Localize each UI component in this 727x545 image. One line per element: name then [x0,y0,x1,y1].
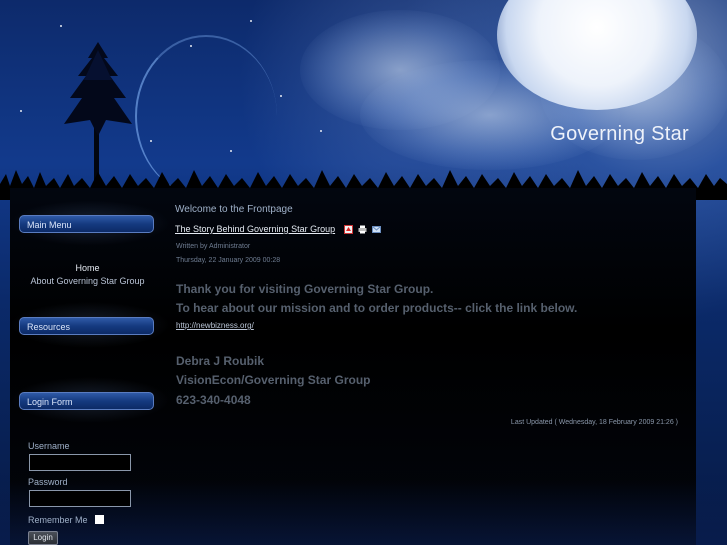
login-button[interactable]: Login [28,531,58,545]
article-text-line1: Thank you for visiting Governing Star Gr… [176,282,434,296]
signature-org: VisionEcon/Governing Star Group [176,373,371,387]
article-title-link[interactable]: The Story Behind Governing Star Group [175,224,335,234]
star [20,110,22,112]
remember-me-label: Remember Me [28,515,88,525]
article-author: Written by Administrator [176,243,251,250]
signature-name: Debra J Roubik [176,354,265,368]
star [250,20,252,22]
article-date: Thursday, 22 January 2009 00:28 [176,257,281,264]
username-label: Username [28,441,70,451]
star [60,25,62,27]
print-icon[interactable] [358,225,367,234]
star [230,150,232,152]
signature-phone: 623-340-4048 [176,393,251,407]
newbizness-link[interactable]: http://newbizness.org/ [176,321,254,330]
sidebar-item-home[interactable]: Home [10,263,165,273]
sidebar-item-about[interactable]: About Governing Star Group [10,276,165,286]
main-menu-title: Main Menu [19,215,154,233]
email-icon[interactable] [372,225,381,234]
last-updated: Last Updated ( Wednesday, 18 February 20… [510,419,678,426]
article-text-line2: To hear about our mission and to order p… [176,301,578,315]
star [150,140,152,142]
remember-me-checkbox[interactable] [95,515,104,524]
pdf-icon[interactable] [344,225,353,234]
star [320,130,322,132]
password-label: Password [28,477,68,487]
site-title: Governing Star [550,123,689,145]
star [280,95,282,97]
username-input[interactable] [29,454,131,471]
star [190,45,192,47]
resources-title: Resources [19,317,154,335]
login-form-title: Login Form [19,392,154,410]
page-heading: Welcome to the Frontpage [175,204,293,215]
password-input[interactable] [29,490,131,507]
